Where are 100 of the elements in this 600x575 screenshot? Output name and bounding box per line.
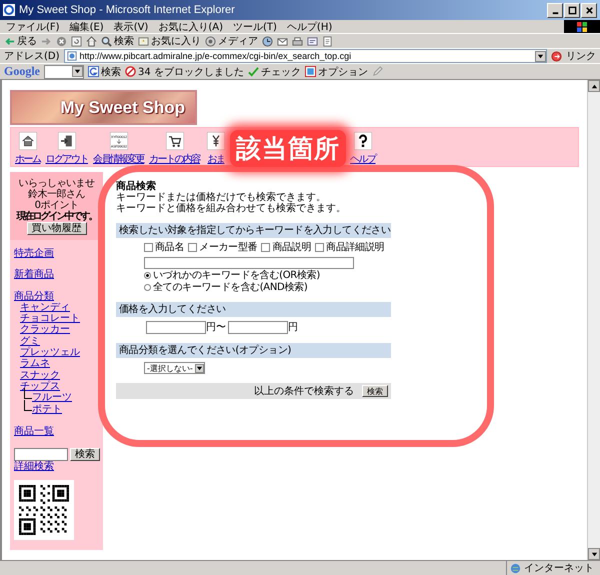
mail-icon[interactable] bbox=[277, 36, 288, 46]
nav-link[interactable]: ログアウト bbox=[46, 152, 88, 166]
google-search-button[interactable]: 検索 bbox=[88, 64, 121, 78]
min-price-field[interactable] bbox=[146, 321, 206, 334]
max-price-field[interactable] bbox=[228, 321, 288, 334]
help-icon[interactable] bbox=[352, 132, 374, 150]
intro-text: キーワードまたは価格だけでも検索できます。 bbox=[116, 192, 327, 203]
caret-icon[interactable] bbox=[74, 68, 81, 74]
checkbox[interactable] bbox=[144, 243, 153, 252]
purchase-history-button[interactable]: 買い物履歴 bbox=[26, 222, 86, 235]
menu-item[interactable]: ファイル(F) bbox=[6, 20, 60, 34]
google-logo: Google bbox=[4, 64, 40, 79]
favorites-icon[interactable] bbox=[138, 36, 149, 46]
qr-code-icon bbox=[19, 484, 69, 535]
maximize-icon[interactable] bbox=[568, 6, 576, 14]
search-button[interactable]: 検索 bbox=[362, 385, 388, 397]
close-icon[interactable] bbox=[584, 6, 594, 14]
radio-button[interactable] bbox=[144, 272, 151, 279]
checkbox-label: 商品詳細説明 bbox=[326, 242, 384, 253]
window-title: My Sweet Shop - Microsoft Internet Explorer bbox=[19, 4, 236, 16]
discuss-icon[interactable] bbox=[322, 36, 333, 46]
category-link[interactable]: グミ bbox=[20, 336, 40, 348]
nav-link[interactable]: カートの内容 bbox=[149, 152, 200, 166]
address-field[interactable]: http://www.pibcart.admiralne.jp/e-commex/cgi-bin/ex_search_top.cgi bbox=[64, 49, 547, 63]
checkbox-label: 商品名 bbox=[155, 242, 184, 253]
block-icon[interactable] bbox=[125, 66, 136, 77]
subcategory-link[interactable]: ポテト bbox=[32, 404, 62, 416]
refresh-icon[interactable] bbox=[71, 36, 82, 46]
stop-icon[interactable] bbox=[56, 36, 67, 46]
yen-label: 円〜 bbox=[206, 322, 226, 333]
menu-item[interactable]: 表示(V) bbox=[114, 20, 148, 34]
favorites-button[interactable]: お気に入り bbox=[138, 34, 201, 48]
checkbox[interactable] bbox=[261, 243, 270, 252]
minimize-button[interactable] bbox=[547, 2, 563, 18]
callout-label: 該当箇所 bbox=[230, 130, 346, 167]
checkbox[interactable] bbox=[188, 243, 198, 252]
category-link[interactable]: スナック bbox=[20, 370, 60, 381]
menu-item[interactable]: お気に入り(A) bbox=[158, 20, 223, 34]
menu-item[interactable]: ヘルプ(H) bbox=[286, 20, 332, 34]
options-icon[interactable] bbox=[304, 66, 316, 77]
keyword-field[interactable] bbox=[144, 257, 354, 269]
login-status: 現在ログイン中です。 bbox=[16, 211, 96, 222]
welcome-text: いらっしゃいませ bbox=[18, 178, 94, 189]
options-button[interactable]: オプション bbox=[304, 64, 368, 78]
category-link[interactable]: プレッツェル bbox=[20, 347, 80, 358]
category-dropdown[interactable]: -選択しない- bbox=[144, 362, 205, 374]
g-icon[interactable] bbox=[88, 66, 99, 77]
home-icon[interactable] bbox=[86, 36, 97, 46]
category-link[interactable]: チップス bbox=[20, 380, 60, 392]
subcategory-link[interactable]: フルーツ bbox=[32, 392, 72, 404]
menu-item[interactable]: 編集(E) bbox=[70, 20, 104, 34]
checkbox[interactable] bbox=[315, 243, 324, 252]
category-link[interactable]: クラッカー bbox=[20, 324, 70, 336]
close-button[interactable] bbox=[581, 2, 597, 18]
checkbox-label: 商品説明 bbox=[272, 242, 312, 253]
form-title: 商品検索 bbox=[116, 181, 157, 192]
sidebar-link[interactable]: 新着商品 bbox=[14, 269, 54, 281]
scrollbar[interactable] bbox=[587, 80, 600, 560]
history-icon[interactable] bbox=[262, 36, 273, 46]
caret-icon[interactable] bbox=[196, 364, 203, 372]
caret-icon[interactable] bbox=[537, 52, 544, 60]
browser-icon bbox=[3, 4, 15, 16]
nav-link[interactable]: おま bbox=[208, 152, 224, 166]
sidebar-link[interactable]: 商品分類 bbox=[14, 290, 54, 302]
sidebar-search-button[interactable]: 検索 bbox=[70, 448, 100, 461]
media-button[interactable]: メディア bbox=[205, 34, 258, 48]
search-icon[interactable] bbox=[101, 36, 112, 46]
nav-link[interactable]: ホーム bbox=[15, 152, 40, 166]
shop-banner: My Sweet Shop bbox=[10, 90, 197, 125]
back-button[interactable]: 戻る bbox=[4, 34, 37, 48]
go-icon[interactable] bbox=[551, 50, 562, 62]
menu-item[interactable]: ツール(T) bbox=[233, 20, 277, 34]
cart-icon[interactable] bbox=[164, 132, 186, 150]
maximize-button[interactable] bbox=[564, 2, 580, 18]
category-link[interactable]: キャンディ bbox=[20, 302, 70, 314]
category-link[interactable]: チョコレート bbox=[20, 313, 80, 324]
checkmark-icon[interactable] bbox=[248, 66, 259, 77]
payment-icon[interactable] bbox=[205, 132, 227, 150]
sidebar-link[interactable]: 特売企画 bbox=[14, 248, 54, 260]
welcome-text: 0ポイント bbox=[34, 200, 78, 211]
spell-check-button[interactable]: チェック bbox=[248, 64, 301, 78]
advanced-search-link[interactable]: 詳細検索 bbox=[14, 460, 54, 472]
google-search-field[interactable] bbox=[44, 64, 84, 78]
radio-button[interactable] bbox=[144, 284, 151, 291]
nav-link[interactable]: 会員情報変更 bbox=[93, 152, 144, 166]
links-button[interactable]: リンク bbox=[566, 49, 596, 63]
media-icon[interactable] bbox=[205, 36, 216, 46]
edit-icon[interactable] bbox=[307, 36, 318, 46]
nav-link[interactable]: ヘルプ bbox=[350, 152, 376, 166]
sidebar-link[interactable]: 商品一覧 bbox=[14, 426, 54, 438]
print-icon[interactable] bbox=[292, 36, 303, 46]
caret-icon[interactable] bbox=[590, 550, 598, 558]
logout-icon[interactable] bbox=[56, 132, 78, 150]
section-header: 検索したい対象を指定してからキーワードを入力してください bbox=[116, 223, 391, 238]
category-link[interactable]: ラムネ bbox=[20, 358, 50, 370]
sidebar-search-field[interactable] bbox=[14, 448, 68, 461]
caret-icon[interactable] bbox=[590, 82, 598, 90]
search-button[interactable]: 検索 bbox=[101, 34, 134, 48]
popup-blocked-button[interactable]: 34 をブロックしました bbox=[125, 64, 244, 78]
home-icon[interactable] bbox=[16, 132, 39, 150]
